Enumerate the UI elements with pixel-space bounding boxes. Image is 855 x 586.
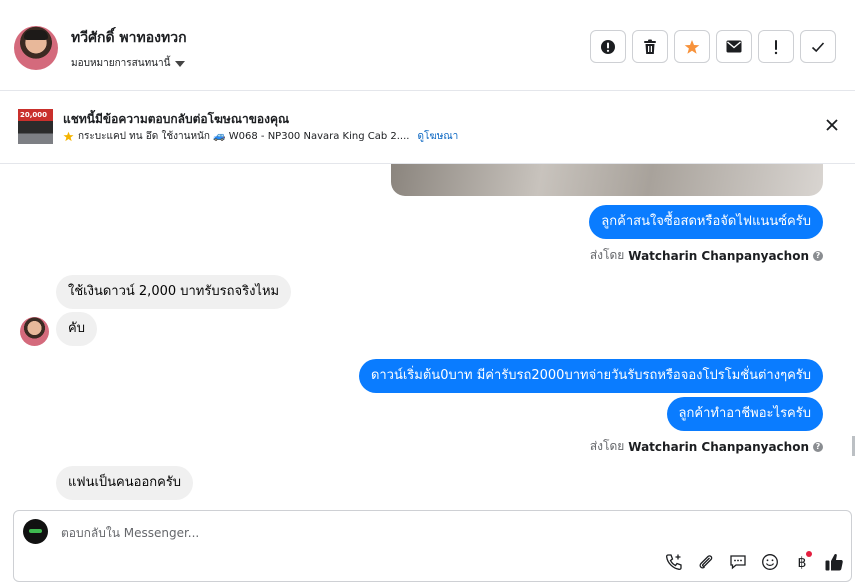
sent-by-label: ส่งโดย Watcharin Chanpanyachon ?: [590, 437, 823, 456]
attach-file-button[interactable]: [695, 551, 717, 573]
contact-avatar-small: [20, 317, 49, 346]
ad-reply-banner: 20,000 แชทนี้มีข้อความตอบกลับต่อโฆษณาของ…: [0, 91, 855, 164]
alert-circle-icon: [601, 39, 615, 54]
conversation-header: ทวีศักดิ์ พาทองทวก มอบหมายการสนทนานี้: [0, 0, 855, 91]
checkmark-icon: [811, 41, 825, 52]
caret-down-icon: [175, 60, 186, 67]
exclamation-icon: [774, 39, 778, 54]
sender-name: Watcharin Chanpanyachon: [628, 248, 809, 263]
incoming-message[interactable]: คับ: [56, 312, 97, 346]
thumbs-up-icon: [825, 553, 843, 571]
outgoing-message[interactable]: ดาวน์เริ่มต้น0บาท มีค่ารับรถ2000บาทจ่ายว…: [358, 359, 823, 393]
composer-toolbar: ฿: [663, 551, 845, 573]
sent-by-prefix: ส่งโดย: [589, 248, 625, 262]
emoji-icon: [762, 554, 778, 570]
follow-up-button[interactable]: [758, 30, 794, 63]
incoming-message[interactable]: แฟนเป็นคนออกครับ: [56, 466, 194, 500]
sent-by-label: ส่งโดย Watcharin Chanpanyachon ?: [590, 246, 823, 265]
star-icon: [63, 131, 74, 142]
attachment-icon: [699, 555, 713, 569]
notification-dot: [806, 551, 812, 557]
ad-banner-subtitle: กระบะแคป ทน อึด ใช้งานหนัก 🚙 W068 - NP30…: [78, 131, 410, 142]
payment-button[interactable]: ฿: [791, 551, 813, 573]
ad-thumbnail[interactable]: 20,000: [18, 109, 53, 144]
incoming-message[interactable]: ใช้เงินดาวน์ 2,000 บาทรับรถจริงไหม: [56, 275, 292, 309]
star-icon: [684, 39, 700, 54]
thumbs-up-button[interactable]: [823, 551, 845, 573]
contact-avatar[interactable]: [14, 26, 58, 70]
ad-banner-subtitle-row: กระบะแคป ทน อึด ใช้งานหนัก 🚙 W068 - NP30…: [63, 129, 458, 144]
ad-thumbnail-text: 20,000: [20, 111, 48, 119]
saved-reply-icon: [730, 555, 746, 570]
reply-composer: ฿: [13, 510, 852, 582]
svg-text:฿: ฿: [798, 555, 807, 571]
mark-unread-button[interactable]: [716, 30, 752, 63]
contact-name[interactable]: ทวีศักดิ์ พาทองทวก: [71, 27, 187, 49]
reply-input[interactable]: [59, 521, 663, 545]
page-avatar: [23, 519, 48, 544]
add-call-button[interactable]: [663, 551, 685, 573]
message-thread[interactable]: ลูกค้าสนใจซื้อสดหรือจัดไฟแนนซ์ครับ ส่งโด…: [0, 164, 855, 506]
view-ad-link[interactable]: ดูโฆษณา: [417, 129, 458, 144]
close-icon[interactable]: [825, 118, 839, 132]
emoji-button[interactable]: [759, 551, 781, 573]
envelope-icon: [726, 40, 742, 53]
delete-button[interactable]: [632, 30, 668, 63]
add-call-icon: [666, 554, 682, 570]
help-icon[interactable]: ?: [813, 441, 823, 452]
sent-by-prefix: ส่งโดย: [589, 439, 625, 453]
sent-photo[interactable]: [391, 164, 823, 196]
sender-name: Watcharin Chanpanyachon: [628, 439, 809, 454]
assign-label: มอบหมายการสนทนานี้: [71, 58, 171, 69]
outgoing-message[interactable]: ลูกค้าสนใจซื้อสดหรือจัดไฟแนนซ์ครับ: [589, 205, 823, 239]
conversation-actions: [590, 30, 836, 63]
mark-spam-button[interactable]: [590, 30, 626, 63]
trash-icon: [644, 39, 656, 54]
help-icon[interactable]: ?: [813, 250, 823, 261]
mark-done-button[interactable]: [800, 30, 836, 63]
ad-banner-title: แชทนี้มีข้อความตอบกลับต่อโฆษณาของคุณ: [63, 112, 290, 126]
star-button[interactable]: [674, 30, 710, 63]
outgoing-message[interactable]: ลูกค้าทำอาชีพอะไรครับ: [666, 397, 823, 431]
assign-conversation-dropdown[interactable]: มอบหมายการสนทนานี้: [71, 56, 186, 71]
saved-replies-button[interactable]: [727, 551, 749, 573]
